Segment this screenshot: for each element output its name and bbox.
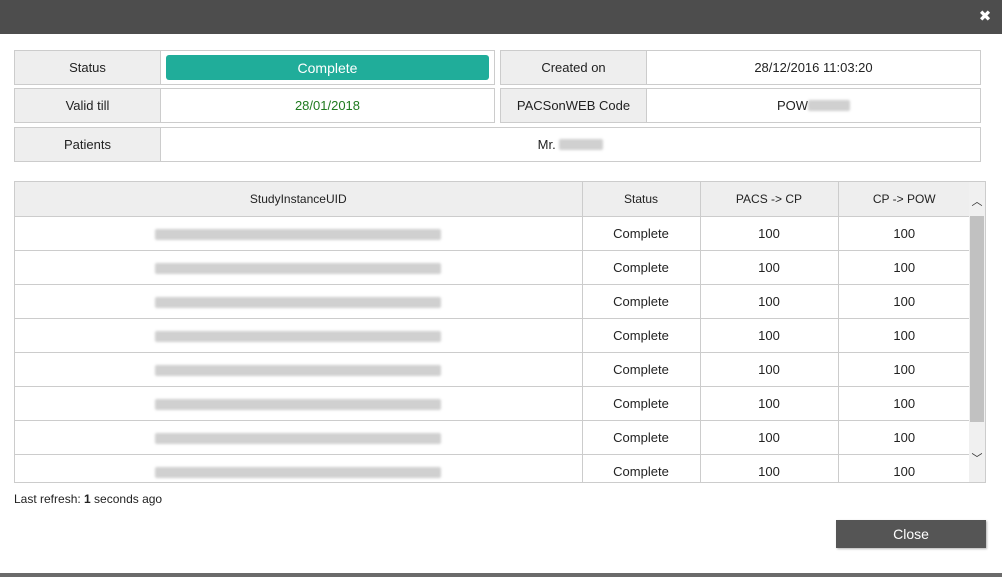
redacted-uid xyxy=(15,420,583,455)
table-scrollbar[interactable]: ︿ ﹀ xyxy=(969,182,985,482)
close-button[interactable]: Close xyxy=(836,520,986,548)
row-status: Complete xyxy=(582,386,701,421)
table-row[interactable]: Complete 100 100 xyxy=(15,318,970,353)
row-cp-pow: 100 xyxy=(838,216,970,251)
row-status: Complete xyxy=(582,352,701,387)
table-row[interactable]: Complete 100 100 xyxy=(15,386,970,421)
row-cp-pow: 100 xyxy=(838,318,970,353)
row-status: Complete xyxy=(582,216,701,251)
row-status: Complete xyxy=(582,284,701,319)
row-cp-pow: 100 xyxy=(838,454,970,482)
row-pacs-cp: 100 xyxy=(700,284,839,319)
dialog-titlebar: ✖ xyxy=(0,0,1002,34)
redacted-uid xyxy=(15,250,583,285)
table-row[interactable]: Complete 100 100 xyxy=(15,454,970,482)
valid-label: Valid till xyxy=(14,88,161,123)
created-value: 28/12/2016 11:03:20 xyxy=(646,50,981,85)
table-header-row: StudyInstanceUID Status PACS -> CP CP ->… xyxy=(15,182,970,217)
row-pacs-cp: 100 xyxy=(700,420,839,455)
last-refresh-text: Last refresh: 1 seconds ago xyxy=(14,492,163,506)
col-header-uid[interactable]: StudyInstanceUID xyxy=(15,182,583,217)
row-cp-pow: 100 xyxy=(838,352,970,387)
redacted-uid xyxy=(15,352,583,387)
col-header-cp-pow[interactable]: CP -> POW xyxy=(838,182,970,217)
chevron-up-icon[interactable]: ︿ xyxy=(969,193,985,211)
chevron-down-icon[interactable]: ﹀ xyxy=(969,450,985,468)
redacted-patient-name xyxy=(559,139,604,150)
table-row[interactable]: Complete 100 100 xyxy=(15,216,970,251)
patients-value: Mr. xyxy=(160,127,981,162)
status-label: Status xyxy=(14,50,161,85)
redacted-uid xyxy=(15,318,583,353)
row-pacs-cp: 100 xyxy=(700,352,839,387)
row-status: Complete xyxy=(582,454,701,482)
study-table: StudyInstanceUID Status PACS -> CP CP ->… xyxy=(15,182,970,482)
dialog-bottom-border xyxy=(0,573,1002,577)
study-table-container: StudyInstanceUID Status PACS -> CP CP ->… xyxy=(14,181,986,483)
table-row[interactable]: Complete 100 100 xyxy=(15,250,970,285)
row-cp-pow: 100 xyxy=(838,386,970,421)
row-pacs-cp: 100 xyxy=(700,454,839,482)
code-label: PACSonWEB Code xyxy=(500,88,647,123)
row-pacs-cp: 100 xyxy=(700,386,839,421)
col-header-status[interactable]: Status xyxy=(582,182,701,217)
row-status: Complete xyxy=(582,318,701,353)
redacted-code xyxy=(808,100,851,111)
patients-label: Patients xyxy=(14,127,161,162)
row-pacs-cp: 100 xyxy=(700,216,839,251)
valid-value: 28/01/2018 xyxy=(160,88,495,123)
created-label: Created on xyxy=(500,50,647,85)
status-badge: Complete xyxy=(166,55,489,80)
row-cp-pow: 100 xyxy=(838,420,970,455)
col-header-pacs-cp[interactable]: PACS -> CP xyxy=(700,182,839,217)
code-value: POW xyxy=(646,88,981,123)
redacted-uid xyxy=(15,284,583,319)
row-pacs-cp: 100 xyxy=(700,250,839,285)
redacted-uid xyxy=(15,216,583,251)
table-row[interactable]: Complete 100 100 xyxy=(15,352,970,387)
close-icon[interactable]: ✖ xyxy=(976,8,994,26)
table-row[interactable]: Complete 100 100 xyxy=(15,420,970,455)
redacted-uid xyxy=(15,386,583,421)
scrollbar-thumb[interactable] xyxy=(970,216,984,422)
table-row[interactable]: Complete 100 100 xyxy=(15,284,970,319)
row-cp-pow: 100 xyxy=(838,250,970,285)
row-pacs-cp: 100 xyxy=(700,318,839,353)
row-status: Complete xyxy=(582,420,701,455)
redacted-uid xyxy=(15,454,583,482)
row-cp-pow: 100 xyxy=(838,284,970,319)
row-status: Complete xyxy=(582,250,701,285)
